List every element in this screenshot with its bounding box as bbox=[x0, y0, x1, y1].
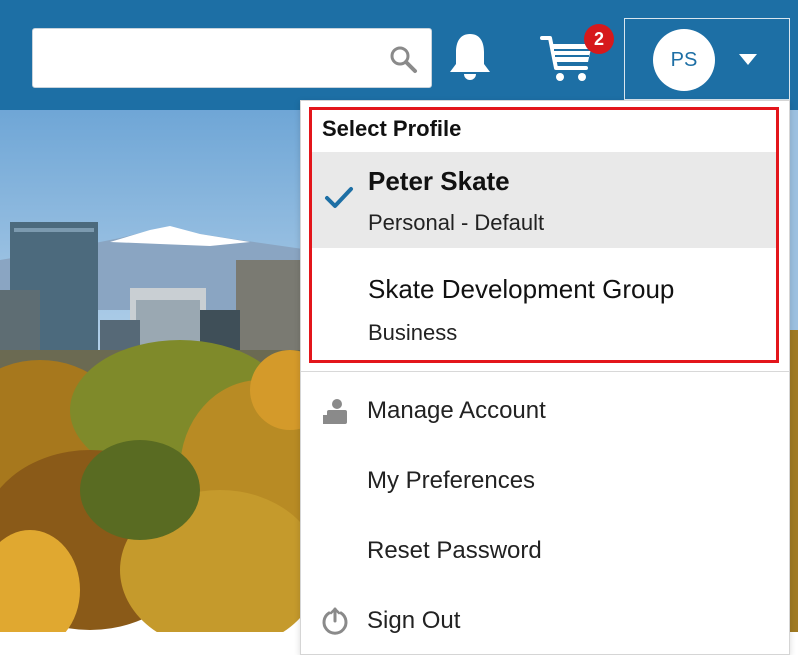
menu-item-sign-out[interactable]: Sign Out bbox=[301, 591, 789, 651]
section-title: Select Profile bbox=[322, 116, 462, 141]
chevron-down-icon bbox=[739, 54, 757, 65]
checkmark-icon bbox=[325, 187, 353, 208]
menu-divider bbox=[301, 371, 789, 372]
profile-type: Personal - Default bbox=[368, 210, 545, 235]
menu-item-manage-account[interactable]: Manage Account bbox=[301, 381, 789, 441]
profile-name: Skate Development Group bbox=[368, 274, 675, 304]
menu-item-label: Sign Out bbox=[367, 607, 461, 634]
search-icon[interactable] bbox=[387, 43, 419, 75]
cart-count-badge: 2 bbox=[584, 24, 614, 54]
menu-item-label: Manage Account bbox=[367, 397, 546, 424]
menu-item-label: Reset Password bbox=[367, 537, 542, 564]
profile-option-business[interactable]: Skate Development Group Business bbox=[312, 252, 776, 348]
search-box[interactable] bbox=[32, 28, 432, 88]
menu-item-label: My Preferences bbox=[367, 467, 536, 494]
profile-dropdown-menu: Select Profile Peter Skate Personal - De… bbox=[300, 100, 790, 655]
city-background-image bbox=[0, 110, 310, 632]
account-icon bbox=[323, 399, 347, 424]
top-header-bar: 2 PS bbox=[0, 0, 798, 110]
bell-icon[interactable] bbox=[446, 30, 494, 82]
profile-name: Peter Skate bbox=[368, 166, 510, 196]
power-icon bbox=[322, 607, 348, 635]
select-profile-section: Select Profile Peter Skate Personal - De… bbox=[309, 107, 779, 363]
search-input[interactable] bbox=[41, 37, 385, 81]
profile-type: Business bbox=[368, 320, 458, 345]
menu-item-reset-password[interactable]: Reset Password bbox=[301, 521, 789, 581]
profile-menu-button[interactable]: PS bbox=[624, 18, 790, 100]
menu-item-my-preferences[interactable]: My Preferences bbox=[301, 451, 789, 511]
cart-button[interactable]: 2 bbox=[540, 24, 620, 88]
avatar: PS bbox=[653, 29, 715, 91]
profile-option-personal[interactable]: Peter Skate Personal - Default bbox=[312, 152, 776, 248]
